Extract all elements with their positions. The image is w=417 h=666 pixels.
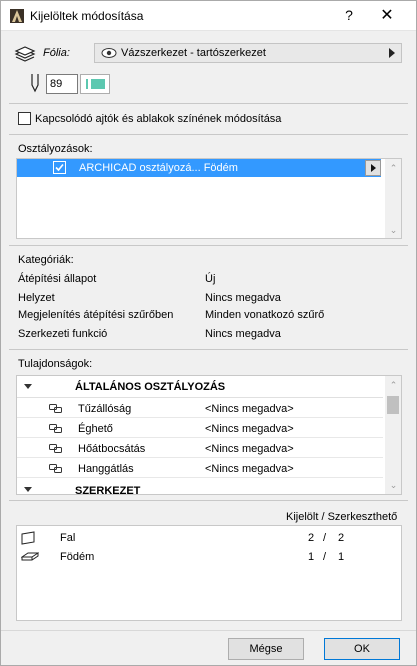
property-group-name: ÁLTALÁNOS OSZTÁLYOZÁS [75,381,226,393]
scroll-down-icon: ⌄ [389,480,398,490]
pen-color-swatch [91,79,105,89]
categories-label: Kategóriák: [18,254,74,266]
classification-text: ARCHICAD osztályozá... Födém [79,162,238,174]
category-key: Átépítési állapot [18,273,97,285]
selection-type-name: Födém [60,551,95,563]
selection-selected-count: 2 [308,532,315,544]
property-value[interactable]: <Nincs megadva> [205,443,294,455]
close-button[interactable]: ✕ [374,5,400,25]
divider [9,500,408,501]
scroll-up-icon: ⌃ [389,380,398,390]
scroll-up-icon: ⌃ [389,163,398,173]
selection-header: Kijelölt / Szerkeszthető [286,511,398,523]
selection-separator: / [323,551,327,563]
properties-label: Tulajdonságok: [18,358,93,370]
pen-color-button[interactable] [80,74,110,94]
cancel-button[interactable]: Mégse [228,638,304,660]
divider [9,134,408,135]
property-value[interactable]: <Nincs megadva> [205,403,294,415]
help-button[interactable]: ? [339,7,359,23]
property-name: Hanggátlás [78,463,134,475]
pen-swatch-tick [86,79,88,89]
chevron-right-icon [371,164,376,172]
property-name: Hőátbocsátás [78,443,146,455]
ok-button[interactable]: OK [324,638,400,660]
classifications-scrollbar[interactable]: ⌃ ⌄ [385,159,401,238]
property-value[interactable]: <Nincs megadva> [205,463,294,475]
layer-label: Fólia: [43,47,70,59]
title-bar: Kijelöltek módosítása ? ✕ [1,1,416,31]
layer-value: Vázszerkezet - tartószerkezet [121,47,266,59]
selection-editable-count: 1 [338,551,345,563]
pen-icon [31,74,39,93]
selection-type-name: Fal [60,532,76,544]
selection-list: Fal 2 / 2 Födém 1 / 1 [16,525,402,621]
property-row[interactable]: Hőátbocsátás <Nincs megadva> [17,438,383,458]
category-key: Szerkezeti funkció [18,328,108,340]
category-key: Megjelenítés átépítési szűrőben [18,309,174,321]
category-value[interactable]: Nincs megadva [205,292,281,304]
properties-tree: ÁLTALÁNOS OSZTÁLYOZÁS Tűzállóság <Nincs … [16,375,402,495]
slab-icon [21,552,39,561]
scroll-thumb[interactable] [387,396,399,414]
scroll-down-icon: ⌄ [389,225,398,235]
classification-expand-button[interactable] [365,160,381,176]
wall-icon [21,531,35,545]
window-title: Kijelöltek módosítása [30,9,144,23]
doors-windows-checkbox[interactable] [18,112,31,125]
layer-icon [14,46,36,62]
category-key: Helyzet [18,292,55,304]
divider [9,245,408,246]
category-value[interactable]: Minden vonatkozó szűrő [205,309,324,321]
chevron-right-icon [389,48,395,58]
link-icon [49,444,62,453]
classifications-label: Osztályozások: [18,143,93,155]
selection-separator: / [323,532,327,544]
selection-selected-count: 1 [308,551,315,563]
category-value[interactable]: Új [205,273,215,285]
check-icon [55,163,64,172]
dialog-window: Kijelöltek módosítása ? ✕ Fólia: Vázszer… [0,0,417,666]
property-group-header[interactable]: ÁLTALÁNOS OSZTÁLYOZÁS [17,376,383,398]
classification-row[interactable]: ARCHICAD osztályozá... Födém [17,159,381,177]
divider [9,349,408,350]
layer-dropdown[interactable]: Vázszerkezet - tartószerkezet [94,43,402,63]
classification-checkbox[interactable] [53,161,66,174]
property-row[interactable]: Éghető <Nincs megadva> [17,418,383,438]
property-value[interactable]: <Nincs megadva> [205,423,294,435]
property-group-name: SZERKEZET [75,485,141,495]
selection-editable-count: 2 [338,532,345,544]
property-row[interactable]: Tűzállóság <Nincs megadva> [17,398,383,418]
divider [1,630,416,631]
doors-windows-label: Kapcsolódó ajtók és ablakok színének mód… [35,113,282,125]
property-name: Éghető [78,423,113,435]
layer-visible-icon [101,48,117,58]
link-icon [49,464,62,473]
classifications-list: ARCHICAD osztályozá... Födém ⌃ ⌄ [16,158,402,239]
property-group-header[interactable]: SZERKEZET [17,480,383,495]
expand-triangle-icon [24,487,32,492]
expand-triangle-icon [24,384,32,389]
properties-scrollbar[interactable]: ⌃ ⌄ [385,376,401,494]
link-icon [49,424,62,433]
link-icon [49,404,62,413]
property-row[interactable]: Hanggátlás <Nincs megadva> [17,458,383,478]
property-name: Tűzállóság [78,403,132,415]
pen-number-input[interactable] [46,74,78,94]
divider [9,103,408,104]
category-value[interactable]: Nincs megadva [205,328,281,340]
archicad-app-icon [10,9,24,23]
